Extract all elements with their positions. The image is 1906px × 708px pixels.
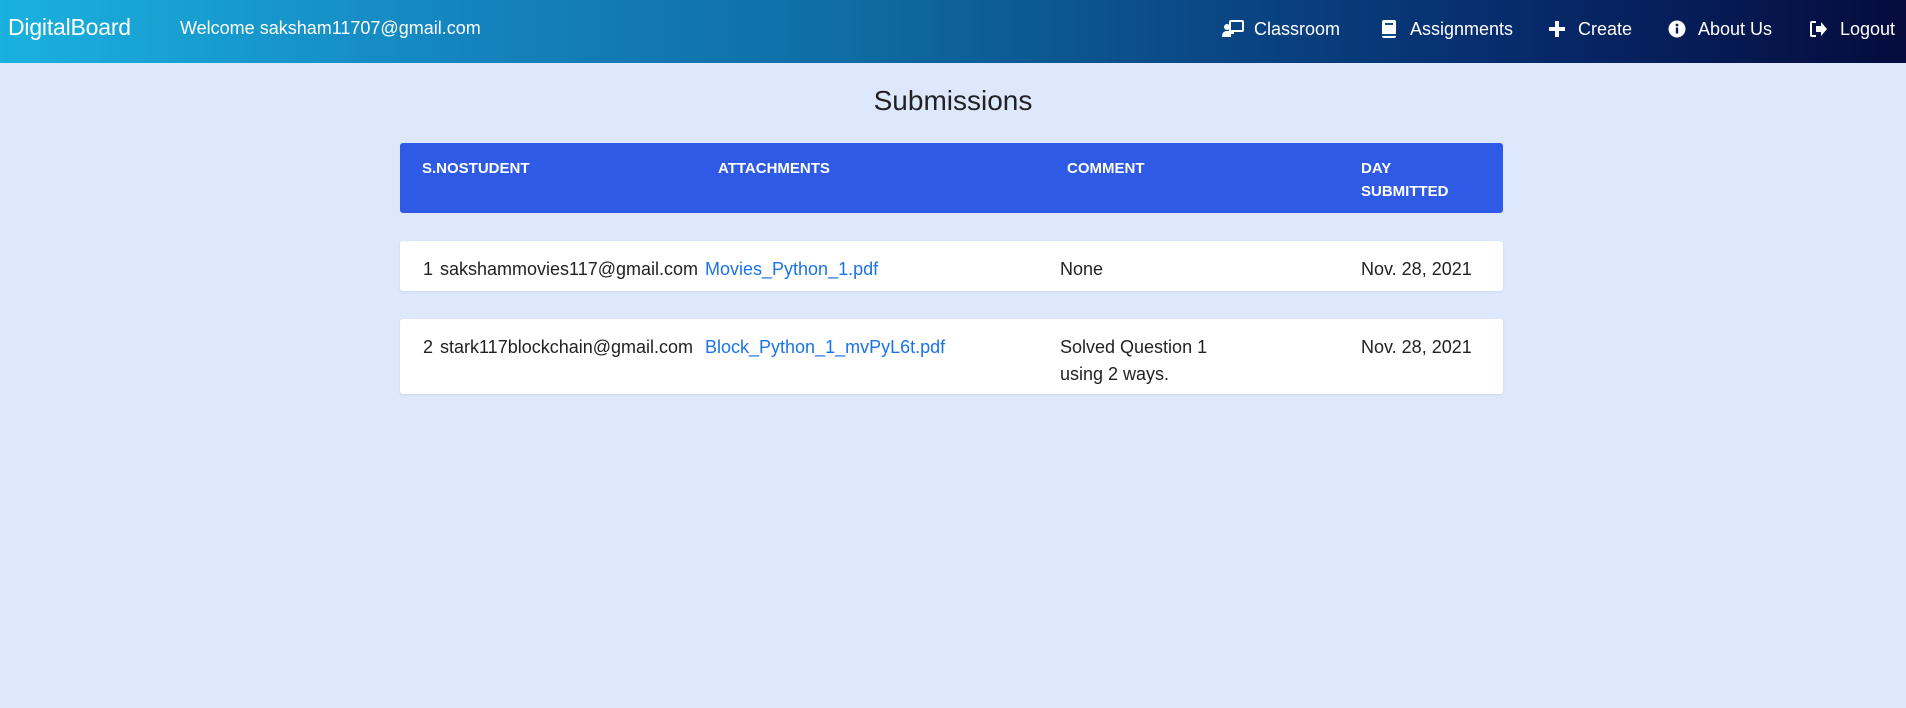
table-row: 1 sakshammovies117@gmail.com Movies_Pyth… xyxy=(400,241,1503,291)
submitted-date: Nov. 28, 2021 xyxy=(1361,259,1472,279)
plus-icon xyxy=(1546,18,1568,40)
student-email: sakshammovies117@gmail.com xyxy=(440,259,699,279)
comment-text: Solved Question 1 using 2 ways. xyxy=(1060,337,1208,384)
nav-about-us-label: About Us xyxy=(1698,18,1773,39)
header-sno-student: S.NOSTUDENT xyxy=(422,160,530,177)
welcome-text: Welcome saksham11707@gmail.com xyxy=(180,18,481,38)
table-row: 2 stark117blockchain@gmail.com Block_Pyt… xyxy=(400,319,1503,394)
row-number: 1 xyxy=(423,259,434,279)
classroom-icon xyxy=(1222,18,1244,40)
comment-text: None xyxy=(1060,259,1104,279)
header-attachments: ATTACHMENTS xyxy=(718,160,830,177)
table-header: S.NOSTUDENT ATTACHMENTS COMMENT DAY SUBM… xyxy=(400,143,1503,213)
nav-create[interactable]: Create xyxy=(1546,18,1632,40)
nav-about-us[interactable]: About Us xyxy=(1666,18,1772,40)
nav-classroom-label: Classroom xyxy=(1254,18,1341,39)
page-title: Submissions xyxy=(873,85,1033,116)
header-day-submitted: DAY SUBMITTED xyxy=(1361,160,1449,200)
info-icon xyxy=(1666,18,1688,40)
top-navbar: DigitalBoard Welcome saksham11707@gmail.… xyxy=(0,0,1906,63)
student-email: stark117blockchain@gmail.com xyxy=(440,337,694,357)
header-comment: COMMENT xyxy=(1067,160,1145,177)
logout-icon xyxy=(1808,18,1830,40)
nav-classroom[interactable]: Classroom xyxy=(1222,18,1340,40)
nav-logout-label: Logout xyxy=(1840,18,1896,39)
attachment-link[interactable]: Movies_Python_1.pdf xyxy=(705,256,878,283)
submitted-date: Nov. 28, 2021 xyxy=(1361,337,1472,357)
book-icon xyxy=(1378,18,1400,40)
nav-assignments[interactable]: Assignments xyxy=(1378,18,1513,40)
attachment-link[interactable]: Block_Python_1_mvPyL6t.pdf xyxy=(705,334,945,361)
brand-logo[interactable]: DigitalBoard xyxy=(8,14,131,41)
row-number: 2 xyxy=(423,337,434,357)
nav-create-label: Create xyxy=(1578,18,1633,39)
nav-logout[interactable]: Logout xyxy=(1808,18,1895,40)
nav-assignments-label: Assignments xyxy=(1410,18,1514,39)
